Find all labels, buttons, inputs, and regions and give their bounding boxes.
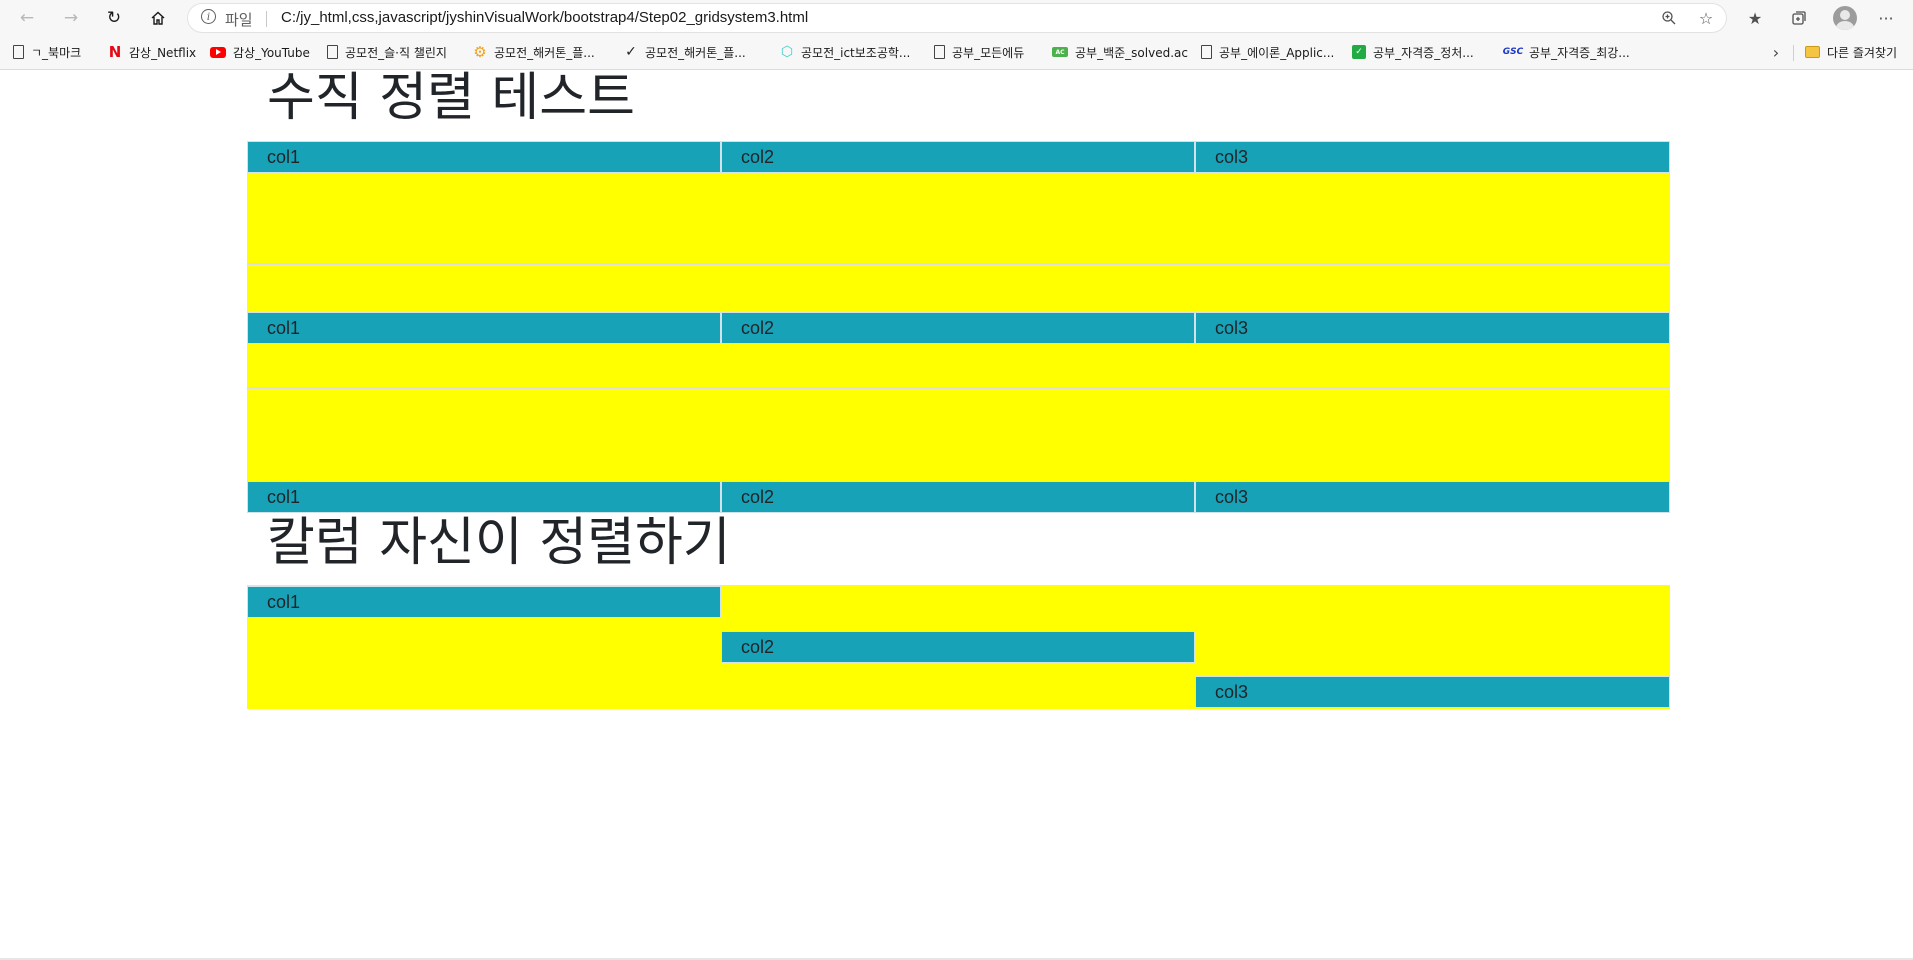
page-icon [1201, 45, 1212, 59]
refresh-icon: ↻ [106, 8, 122, 28]
home-icon [151, 11, 165, 25]
address-bar[interactable]: i 파일 C:/jy_html,css,javascript/jyshinVis… [187, 3, 1727, 33]
heading-vertical-align-test: 수직 정렬 테스트 [267, 68, 635, 128]
bookmark-item[interactable]: ⚙ 공모전_해커톤_플... [473, 36, 595, 68]
browser-toolbar: ← → ↻ i 파일 C:/jy_html,css,javascript/jys… [0, 0, 1913, 36]
row-align-self: col1 col2 col3 [247, 585, 1670, 709]
bookmark-label: 공모전_슬·직 챌린지 [345, 45, 447, 60]
bookmark-item[interactable]: N 감상_Netflix [108, 36, 196, 68]
collections-icon[interactable] [1786, 6, 1812, 30]
bookmarks-divider [1793, 45, 1794, 61]
col-cell: col2 [721, 481, 1195, 513]
bookmark-label: 공모전_해커톤_플... [645, 45, 746, 60]
bookmark-label: 공부_자격증_정처... [1373, 45, 1474, 60]
page-icon [327, 45, 338, 59]
forward-button[interactable]: → [55, 3, 87, 33]
col-cell: col2 [721, 631, 1195, 663]
bookmark-label: ㄱ_북마크 [31, 45, 82, 60]
star-icon[interactable]: ☆ [1693, 6, 1719, 30]
gsc-icon: GSC [1502, 47, 1524, 57]
col-cell: col3 [1195, 312, 1670, 344]
chevron-right-icon[interactable]: › [1766, 36, 1786, 68]
bookmark-label: 공부_자격증_최강... [1529, 45, 1630, 60]
col-cell: col2 [721, 141, 1195, 173]
more-menu-icon[interactable]: ··· [1873, 6, 1899, 30]
address-scheme-label: 파일 [225, 11, 253, 29]
arrow-right-icon: → [63, 8, 79, 28]
col-cell: col1 [247, 586, 721, 618]
youtube-icon [210, 46, 226, 58]
bookmark-item[interactable]: AC 공부_백준_solved.ac [1052, 36, 1188, 68]
bookmark-label: 공부_에이론_Applic... [1219, 45, 1335, 60]
col-cell: col2 [721, 312, 1195, 344]
row-align-center: col1 col2 col3 [247, 265, 1670, 387]
bookmark-item[interactable]: ✓ 공모전_해커톤_플... [624, 36, 746, 68]
bookmark-label: 공부_백준_solved.ac [1075, 45, 1188, 60]
page-icon [934, 45, 945, 59]
bookmark-item[interactable]: ㄱ_북마크 [13, 36, 81, 68]
info-icon[interactable]: i [201, 9, 216, 24]
address-divider [266, 11, 267, 27]
address-url[interactable]: C:/jy_html,css,javascript/jyshinVisualWo… [281, 9, 808, 26]
col-cell: col3 [1195, 141, 1670, 173]
bookmark-item[interactable]: 감상_YouTube [210, 36, 310, 68]
green-book-icon: ✓ [1352, 45, 1366, 59]
heading-self-align: 칼럼 자신이 정렬하기 [267, 513, 731, 573]
arrow-left-icon: ← [19, 8, 35, 28]
bookmark-label: 감상_Netflix [129, 45, 197, 60]
hexagon-icon: ⬡ [780, 44, 794, 60]
bookmark-label: 공모전_해커톤_플... [494, 45, 595, 60]
bookmark-item[interactable]: 공부_에이론_Applic... [1201, 36, 1334, 68]
row-align-end: col1 col2 col3 [247, 389, 1670, 513]
home-button[interactable] [142, 3, 174, 33]
col-cell: col1 [247, 141, 721, 173]
profile-avatar[interactable] [1833, 6, 1857, 30]
favorites-icon[interactable]: ★ [1742, 6, 1768, 30]
back-button[interactable]: ← [11, 3, 43, 33]
row-align-start: col1 col2 col3 [247, 141, 1670, 263]
folder-icon [1805, 46, 1820, 58]
bookmark-label: 공부_모든에듀 [952, 45, 1025, 60]
bookmark-item[interactable]: 공부_모든에듀 [934, 36, 1024, 68]
other-bookmarks-folder[interactable]: 다른 즐겨찾기 [1805, 36, 1897, 68]
zoom-icon[interactable] [1656, 6, 1682, 30]
page-icon [13, 45, 24, 59]
col-cell: col3 [1195, 481, 1670, 513]
col-cell: col3 [1195, 676, 1670, 708]
gear-icon: ⚙ [473, 43, 487, 61]
bookmark-label: 감상_YouTube [233, 45, 310, 60]
col-cell: col1 [247, 481, 721, 513]
solvedac-icon: AC [1052, 47, 1068, 57]
bookmark-item[interactable]: 공모전_슬·직 챌린지 [327, 36, 447, 68]
col-cell: col1 [247, 312, 721, 344]
bookmarks-bar: ㄱ_북마크 N 감상_Netflix 감상_YouTube 공모전_슬·직 챌린… [0, 36, 1913, 70]
bookmark-item[interactable]: ⬡ 공모전_ict보조공학... [780, 36, 911, 68]
bookmark-item[interactable]: ✓ 공부_자격증_정처... [1352, 36, 1474, 68]
check-icon: ✓ [625, 44, 637, 60]
refresh-button[interactable]: ↻ [98, 3, 130, 33]
bookmark-label: 다른 즐겨찾기 [1827, 45, 1898, 60]
bookmark-label: 공모전_ict보조공학... [801, 45, 911, 60]
bookmark-item[interactable]: GSC 공부_자격증_최강... [1502, 36, 1630, 68]
netflix-icon: N [108, 43, 122, 61]
